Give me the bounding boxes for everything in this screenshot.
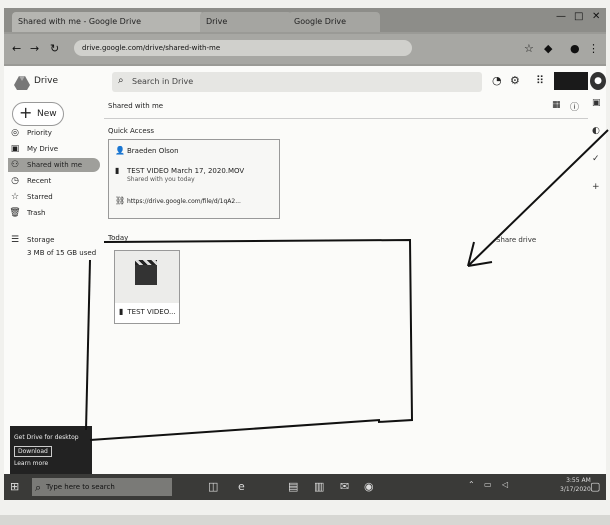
file-explorer-icon[interactable]: ▤ [288, 480, 298, 493]
clock[interactable]: 3:55 AM 3/17/2020 [560, 476, 591, 494]
notifications-icon[interactable]: ▢ [590, 480, 600, 493]
arrow-line [89, 419, 381, 441]
handdrawn-annotation [85, 129, 609, 441]
task-view-icon[interactable]: ◫ [208, 480, 218, 493]
taskbar: ⊞ ⌕ Type here to search ◫ e ▤ ▥ ✉ ◉ ⌃ ▭ … [4, 474, 606, 500]
taskbar-search-text: Type here to search [46, 483, 115, 491]
windows-start-icon[interactable]: ⊞ [10, 480, 19, 493]
store-icon[interactable]: ▥ [314, 480, 324, 493]
network-icon[interactable]: ▭ [484, 480, 492, 489]
scanned-page: Shared with me - Google Drive Drive Goog… [0, 0, 610, 525]
time-text: 3:55 AM [566, 477, 591, 484]
tray-chevron-icon[interactable]: ⌃ [468, 480, 475, 489]
scan-bottom-edge [0, 515, 610, 525]
arrow-line [467, 129, 609, 267]
search-icon: ⌕ [35, 481, 42, 494]
bracket-mark [85, 259, 91, 431]
date-text: 3/17/2020 [560, 486, 591, 493]
mail-icon[interactable]: ✉ [340, 480, 349, 493]
bracket-mark [103, 238, 414, 423]
volume-icon[interactable]: ◁ [502, 480, 508, 489]
chrome-icon[interactable]: ◉ [364, 480, 374, 493]
taskbar-search[interactable]: ⌕ Type here to search [32, 478, 172, 496]
edge-icon[interactable]: e [238, 480, 245, 493]
